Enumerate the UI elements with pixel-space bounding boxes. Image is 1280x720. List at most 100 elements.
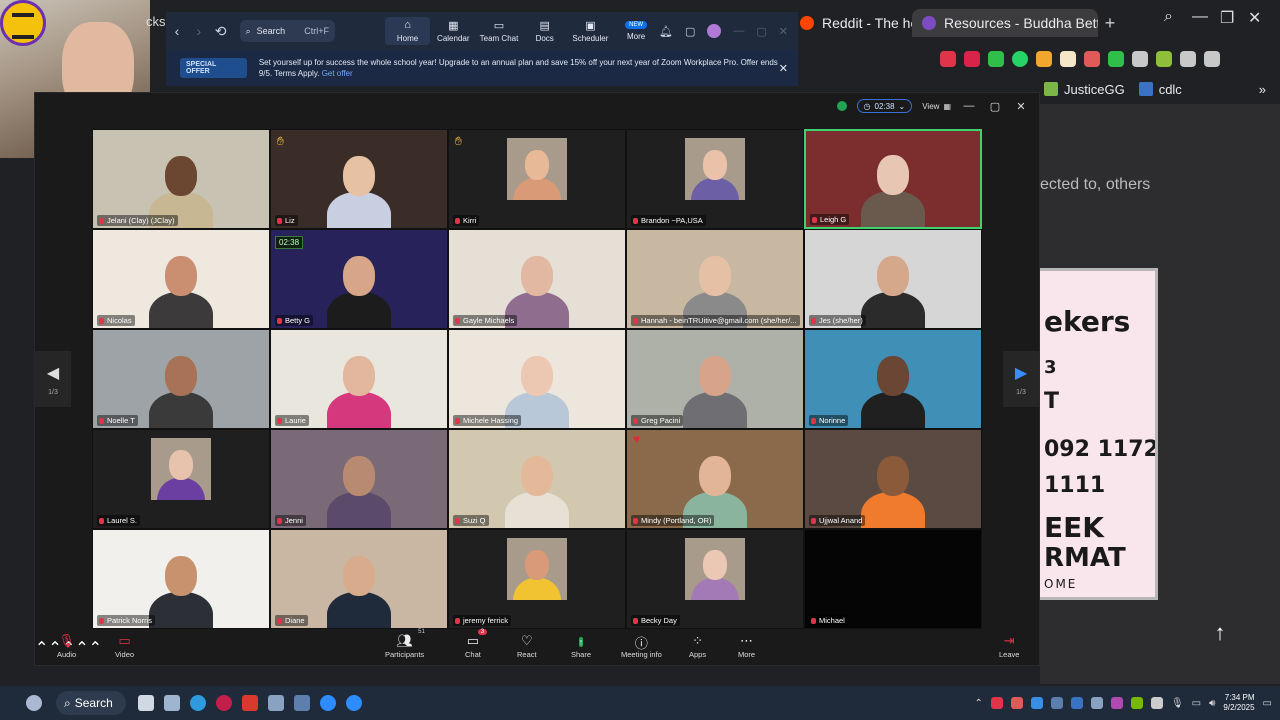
close-icon[interactable]: ✕ — [1248, 8, 1261, 28]
notification-icon[interactable]: ▭ — [1263, 698, 1272, 709]
restore-icon[interactable]: ▢ — [756, 25, 766, 38]
puzzle-extensions-icon[interactable] — [1132, 51, 1148, 67]
tray-app-icon[interactable] — [1150, 697, 1163, 709]
participant-tile[interactable]: Ujjwal Anand — [804, 429, 982, 529]
downloads-icon[interactable] — [1180, 51, 1196, 67]
participant-tile[interactable]: Brandon ~PA,USA — [626, 129, 804, 229]
history-icon[interactable]: ⟲ — [210, 23, 232, 40]
participant-tile[interactable]: Jes (she/her) — [804, 229, 982, 329]
participants-button[interactable]: 👥︎ 51 Participants — [385, 629, 425, 659]
nvidia-icon[interactable] — [1130, 697, 1143, 709]
whiteboard-icon[interactable]: ▢ — [685, 25, 695, 38]
extension-icon[interactable] — [1036, 51, 1052, 67]
participant-tile[interactable]: jeremy ferrick — [448, 529, 626, 629]
profile-avatar-icon[interactable] — [1156, 51, 1172, 67]
steam-icon[interactable] — [294, 695, 310, 711]
view-button[interactable]: View ▦ — [922, 102, 951, 111]
nav-scheduler[interactable]: ▣ Scheduler — [568, 19, 614, 43]
restore-icon[interactable]: ▢ — [987, 100, 1003, 113]
alien-start-icon[interactable] — [26, 695, 42, 711]
minimize-icon[interactable]: — — [961, 100, 977, 112]
settings-icon[interactable] — [268, 695, 284, 711]
extension-icon[interactable] — [1084, 51, 1100, 67]
participant-tile[interactable]: 02:38 Betty G — [270, 229, 448, 329]
tray-app-icon[interactable] — [1050, 697, 1063, 709]
minimize-icon[interactable]: — — [1192, 8, 1208, 26]
app-icon[interactable] — [242, 695, 258, 711]
previous-page-button[interactable]: ◀ 1/3 — [35, 351, 71, 407]
audio-options-caret[interactable]: ⌃ — [35, 638, 48, 658]
zoom-meeting-icon[interactable] — [346, 695, 362, 711]
participant-tile[interactable]: Michael — [804, 529, 982, 629]
minimize-icon[interactable]: — — [733, 25, 744, 37]
tray-app-icon[interactable] — [1010, 697, 1023, 709]
video-button[interactable]: ▭ Video — [115, 633, 134, 659]
edge-icon[interactable] — [190, 695, 206, 711]
forward-icon[interactable]: › — [188, 23, 210, 39]
bluetooth-icon[interactable] — [1070, 697, 1083, 709]
react-options-caret[interactable]: ⌃ — [89, 638, 102, 658]
participant-tile[interactable]: Michele Hassing — [448, 329, 626, 429]
nav-more[interactable]: NEW More — [613, 21, 659, 41]
task-view-icon[interactable] — [138, 695, 154, 711]
download-icon[interactable] — [1108, 51, 1124, 67]
close-icon[interactable]: ✕ — [779, 25, 788, 38]
browser-tab-resources[interactable]: Resources - Buddha Betty — [912, 9, 1098, 37]
whatsapp-extension-icon[interactable] — [1012, 51, 1028, 67]
close-icon[interactable]: ✕ — [1013, 100, 1029, 113]
next-page-button[interactable]: ▶ 1/3 — [1003, 351, 1039, 407]
participant-tile[interactable]: ♥ Mindy (Portland, OR) — [626, 429, 804, 529]
zoom-icon[interactable] — [320, 695, 336, 711]
menu-icon[interactable] — [1204, 51, 1220, 67]
scroll-to-top-button[interactable]: ↑ — [1200, 613, 1240, 653]
chat-button[interactable]: ▭ 3 Chat — [465, 629, 488, 659]
participant-tile[interactable]: Norinne — [804, 329, 982, 429]
participant-tile[interactable]: Greg Pacini — [626, 329, 804, 429]
share-button[interactable]: ↑ Share — [571, 633, 591, 659]
participant-tile[interactable]: ✋︎ Liz — [270, 129, 448, 229]
participant-tile[interactable]: Suzi Q — [448, 429, 626, 529]
participant-tile[interactable]: Leigh G — [804, 129, 982, 229]
participant-tile[interactable]: Diane — [270, 529, 448, 629]
opera-icon[interactable] — [216, 695, 232, 711]
extension-icon[interactable] — [1060, 51, 1076, 67]
bookmark-justicegg[interactable]: JusticeGG — [1044, 82, 1125, 97]
tray-app-icon[interactable] — [1110, 697, 1123, 709]
participant-tile[interactable]: Patrick Norris — [92, 529, 270, 629]
volume-icon[interactable]: 🔊︎ — [1209, 698, 1215, 709]
participant-tile[interactable]: ✋︎ Kirri — [448, 129, 626, 229]
tab-search-icon[interactable]: ⌕ — [1164, 8, 1173, 26]
participant-tile[interactable]: Jenni — [270, 429, 448, 529]
network-icon[interactable]: ▭ — [1192, 698, 1201, 709]
new-tab-button[interactable]: + — [1098, 13, 1122, 34]
bookmarks-overflow-icon[interactable]: » — [1259, 82, 1280, 97]
tray-app-icon[interactable] — [990, 697, 1003, 709]
shield-icon[interactable] — [836, 101, 847, 111]
back-icon[interactable]: ‹ — [166, 23, 188, 39]
apps-button[interactable]: ⁘ Apps — [689, 633, 706, 659]
chat-options-caret[interactable]: ⌃ — [75, 638, 88, 658]
participant-tile[interactable]: Noelle T — [92, 329, 270, 429]
extension-icon[interactable] — [964, 51, 980, 67]
get-offer-link[interactable]: Get offer — [322, 69, 353, 78]
participant-tile[interactable]: Becky Day — [626, 529, 804, 629]
file-explorer-icon[interactable] — [164, 695, 180, 711]
react-button[interactable]: ♡ React — [517, 633, 537, 659]
browser-tab-reddit[interactable]: Reddit - The hea — [790, 9, 912, 37]
taskbar-clock[interactable]: 7:34 PM 9/2/2025 — [1223, 693, 1254, 713]
avatar[interactable] — [707, 24, 722, 38]
bookmark-cdlc[interactable]: cdlc — [1138, 82, 1182, 97]
adblock-extension-icon[interactable] — [940, 51, 956, 67]
bell-icon[interactable]: 🔔︎ — [659, 25, 673, 38]
tray-app-icon[interactable] — [1030, 697, 1043, 709]
meeting-info-button[interactable]: ⓘ Meeting info — [621, 633, 662, 659]
participant-tile[interactable]: Jelani (Clay) (JClay) — [92, 129, 270, 229]
restore-icon[interactable]: ❐ — [1220, 8, 1234, 28]
nav-home[interactable]: ⌂ Home — [384, 17, 431, 45]
participant-tile[interactable]: Laurel S. — [92, 429, 270, 529]
nav-docs[interactable]: ▤ Docs — [522, 19, 568, 43]
extension-icon[interactable] — [988, 51, 1004, 67]
chevron-up-icon[interactable]: ⌃ — [975, 698, 983, 709]
steam-tray-icon[interactable] — [1090, 697, 1103, 709]
meeting-timer[interactable]: ◷ 02:38 ⌄ — [856, 99, 913, 113]
